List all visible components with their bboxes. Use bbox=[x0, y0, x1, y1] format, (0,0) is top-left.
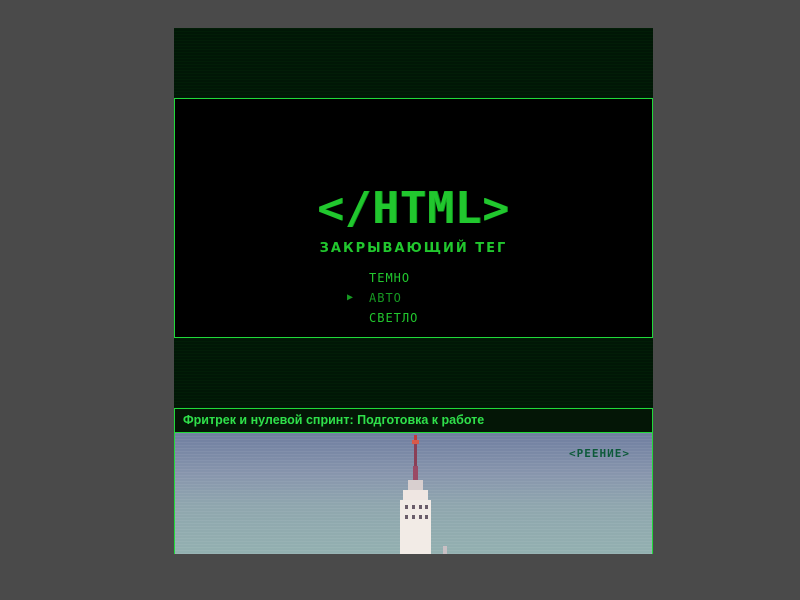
header-strip bbox=[174, 28, 653, 98]
site-subtitle: ЗАКРЫВАЮЩИЙ ТЕГ bbox=[319, 241, 508, 256]
site-viewport: </HTML> ЗАКРЫВАЮЩИЙ ТЕГ ТЕМНО ▶ АВТО СВЕ… bbox=[174, 28, 653, 554]
article-title[interactable]: Фритрек и нулевой спринт: Подготовка к р… bbox=[175, 409, 652, 433]
theme-option-dark[interactable]: ТЕМНО bbox=[369, 268, 418, 288]
selected-arrow-icon: ▶ bbox=[347, 292, 355, 303]
article-cover-image[interactable]: <РЕЕНИЕ> bbox=[175, 433, 652, 554]
tower-illustration bbox=[400, 435, 447, 554]
theme-menu: ТЕМНО ▶ АВТО СВЕТЛО bbox=[347, 268, 418, 328]
theme-option-label: СВЕТЛО bbox=[369, 311, 419, 325]
article-badge: <РЕЕНИЕ> bbox=[569, 447, 630, 460]
article-card[interactable]: Фритрек и нулевой спринт: Подготовка к р… bbox=[174, 408, 653, 554]
section-spacer bbox=[174, 338, 653, 408]
theme-option-label: АВТО bbox=[369, 291, 402, 305]
theme-option-label: ТЕМНО bbox=[369, 271, 411, 285]
hero-panel: </HTML> ЗАКРЫВАЮЩИЙ ТЕГ ТЕМНО ▶ АВТО СВЕ… bbox=[174, 98, 653, 338]
site-logo[interactable]: </HTML> bbox=[175, 187, 652, 231]
theme-option-auto[interactable]: ▶ АВТО bbox=[347, 288, 418, 308]
theme-option-light[interactable]: СВЕТЛО bbox=[369, 308, 418, 328]
